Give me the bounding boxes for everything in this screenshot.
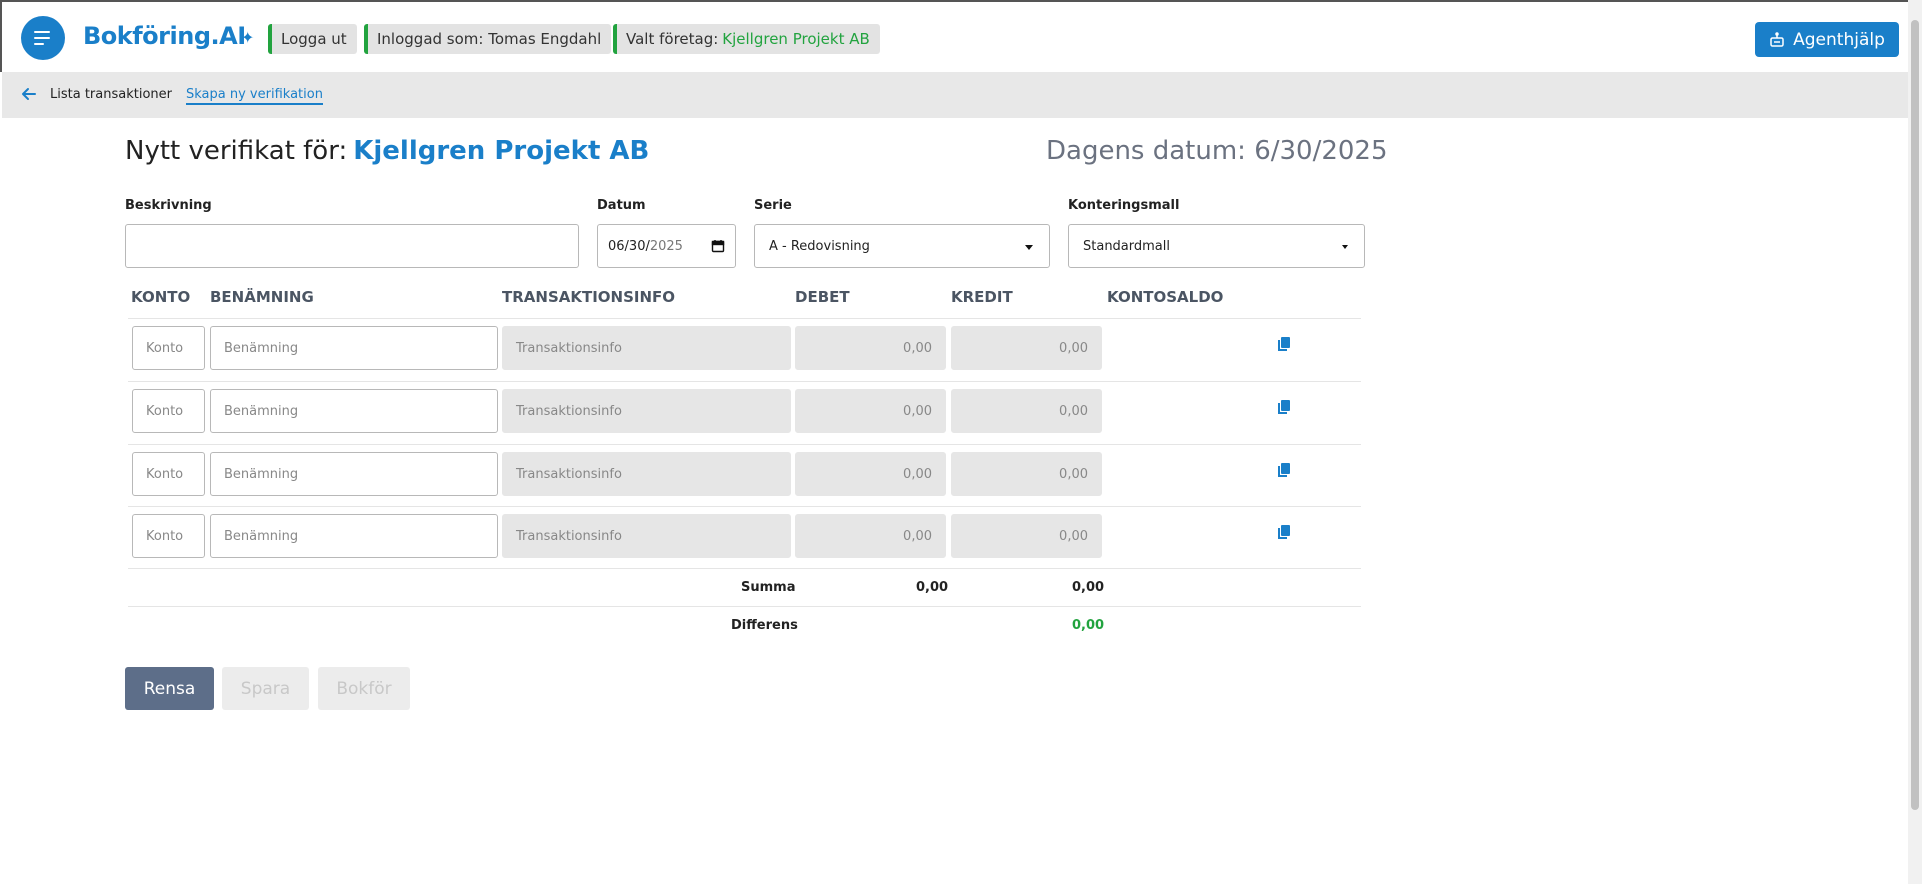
table-row: Konto Benämning Transaktionsinfo 0,00 0,… [128, 506, 1361, 569]
app-logo[interactable]: Bokföring.AI [83, 22, 246, 50]
scrollbar-thumb[interactable] [1911, 20, 1919, 810]
konto-input[interactable]: Konto [132, 514, 205, 558]
template-label: Konteringsmall [1068, 198, 1180, 213]
series-select[interactable]: A - Redovisning [754, 224, 1050, 268]
post-button[interactable]: Bokför [318, 667, 410, 710]
clear-button[interactable]: Rensa [125, 667, 214, 710]
date-input[interactable]: 06/30/2025 [597, 224, 736, 268]
summa-row: Summa 0,00 0,00 [128, 568, 1361, 606]
transaktionsinfo-input[interactable]: Transaktionsinfo [502, 326, 791, 370]
summa-label: Summa [741, 580, 796, 595]
benamning-input[interactable]: Benämning [210, 514, 498, 558]
page-title-prefix: Nytt verifikat för: [125, 136, 348, 166]
table-row: Konto Benämning Transaktionsinfo 0,00 0,… [128, 318, 1361, 381]
column-header-benamning: BENÄMNING [210, 288, 314, 306]
series-value: A - Redovisning [769, 238, 870, 254]
top-bar: Bokföring.AI ✦ Logga ut Inloggad som: To… [0, 0, 1910, 72]
date-year: 2025 [649, 238, 683, 254]
chevron-down-icon [1025, 245, 1033, 250]
back-arrow-icon[interactable] [20, 85, 38, 103]
column-header-kontosaldo: KONTOSALDO [1107, 288, 1224, 306]
page-title-company: Kjellgren Projekt AB [353, 136, 650, 166]
chevron-down-icon [1342, 245, 1348, 249]
column-header-debet: DEBET [795, 288, 850, 306]
differens-row: Differens 0,00 [128, 606, 1361, 644]
breadcrumb-create-verification[interactable]: Skapa ny verifikation [186, 87, 323, 105]
todays-date: Dagens datum: 6/30/2025 [1046, 136, 1388, 166]
benamning-input[interactable]: Benämning [210, 389, 498, 433]
column-header-transaktionsinfo: TRANSAKTIONSINFO [502, 288, 676, 306]
date-month-day: 06/30/ [608, 238, 650, 254]
benamning-input[interactable]: Benämning [210, 452, 498, 496]
transaktionsinfo-input[interactable]: Transaktionsinfo [502, 452, 791, 496]
logout-label: Logga ut [281, 30, 347, 48]
save-button[interactable]: Spara [222, 667, 309, 710]
calendar-icon[interactable] [711, 239, 725, 253]
agent-help-label: Agenthjälp [1793, 29, 1885, 50]
debet-input[interactable]: 0,00 [795, 389, 946, 433]
copy-row-icon[interactable] [1277, 524, 1291, 540]
agent-help-button[interactable]: Agenthjälp [1755, 22, 1899, 57]
differens-label: Differens [731, 618, 798, 633]
description-input[interactable] [125, 224, 579, 268]
sparkle-icon: ✦ [241, 28, 255, 47]
transaktionsinfo-input[interactable]: Transaktionsinfo [502, 389, 791, 433]
copy-row-icon[interactable] [1277, 462, 1291, 478]
company-label: Valt företag: [626, 30, 719, 48]
kredit-input[interactable]: 0,00 [951, 514, 1102, 558]
kredit-input[interactable]: 0,00 [951, 452, 1102, 496]
breadcrumb-list-transactions[interactable]: Lista transaktioner [50, 87, 172, 102]
kredit-input[interactable]: 0,00 [951, 389, 1102, 433]
date-label: Datum [597, 198, 646, 213]
konto-input[interactable]: Konto [132, 452, 205, 496]
benamning-input[interactable]: Benämning [210, 326, 498, 370]
description-label: Beskrivning [125, 198, 212, 213]
table-row: Konto Benämning Transaktionsinfo 0,00 0,… [128, 444, 1361, 507]
menu-icon[interactable] [21, 16, 65, 60]
logged-in-user-chip: Inloggad som: Tomas Engdahl [364, 24, 612, 54]
series-label: Serie [754, 198, 792, 213]
logout-button[interactable]: Logga ut [268, 24, 357, 54]
column-header-konto: KONTO [131, 288, 191, 306]
debet-input[interactable]: 0,00 [795, 514, 946, 558]
date-value: 06/30/2025 [608, 239, 683, 254]
konto-input[interactable]: Konto [132, 326, 205, 370]
company-name: Kjellgren Projekt AB [722, 30, 870, 48]
debet-input[interactable]: 0,00 [795, 326, 946, 370]
breadcrumb: Lista transaktioner Skapa ny verifikatio… [2, 72, 1908, 118]
kredit-input[interactable]: 0,00 [951, 326, 1102, 370]
debet-input[interactable]: 0,00 [795, 452, 946, 496]
template-select[interactable]: Standardmall [1068, 224, 1365, 268]
page-title: Nytt verifikat för: Kjellgren Projekt AB [125, 136, 649, 166]
summa-debet: 0,00 [916, 580, 949, 595]
summa-kredit: 0,00 [1072, 580, 1105, 595]
copy-row-icon[interactable] [1277, 336, 1291, 352]
differens-value: 0,00 [1072, 618, 1105, 633]
template-value: Standardmall [1083, 238, 1170, 254]
table-row: Konto Benämning Transaktionsinfo 0,00 0,… [128, 381, 1361, 444]
transaktionsinfo-input[interactable]: Transaktionsinfo [502, 514, 791, 558]
copy-row-icon[interactable] [1277, 399, 1291, 415]
selected-company-chip[interactable]: Valt företag: Kjellgren Projekt AB [613, 24, 880, 54]
robot-icon [1770, 31, 1784, 47]
konto-input[interactable]: Konto [132, 389, 205, 433]
logged-in-label: Inloggad som: Tomas Engdahl [377, 30, 602, 48]
column-header-kredit: KREDIT [951, 288, 1013, 306]
